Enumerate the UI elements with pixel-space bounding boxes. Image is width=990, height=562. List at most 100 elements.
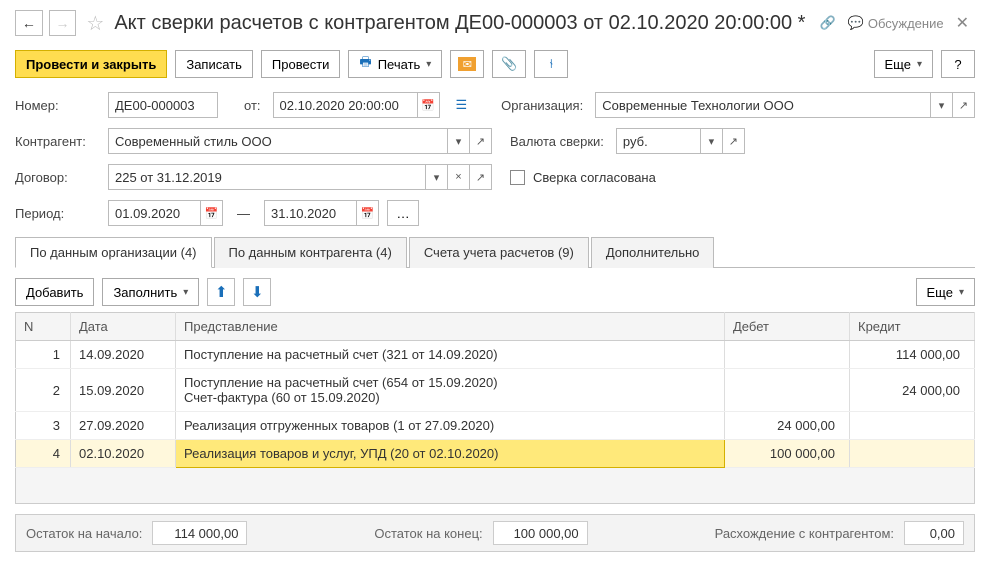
calendar-icon[interactable]: 📅 (357, 200, 379, 226)
cell-credit[interactable]: 24 000,00 (850, 369, 975, 412)
cell-date[interactable]: 02.10.2020 (71, 440, 176, 468)
mail-button[interactable]: ✉ (450, 50, 484, 78)
date-field[interactable]: 02.10.2020 20:00:00 (273, 92, 418, 118)
structure-button[interactable]: ⫮ (534, 50, 568, 78)
printer-icon: 🖶 (359, 53, 371, 75)
post-button[interactable]: Провести (261, 50, 341, 78)
open-button[interactable]: ↗ (953, 92, 975, 118)
add-button[interactable]: Добавить (15, 278, 94, 306)
tab-org-data[interactable]: По данным организации (4) (15, 237, 212, 268)
diff-field: 0,00 (904, 521, 964, 545)
organization-field[interactable]: Современные Технологии ООО (595, 92, 931, 118)
period-from-field[interactable]: 01.09.2020 (108, 200, 201, 226)
link-icon[interactable]: 🔗 (819, 15, 835, 31)
period-select-button[interactable]: … (387, 200, 419, 226)
tab-accounts[interactable]: Счета учета расчетов (9) (409, 237, 589, 268)
calendar-icon[interactable]: 📅 (418, 92, 440, 118)
cell-n[interactable]: 2 (16, 369, 71, 412)
period-dash: — (237, 206, 250, 221)
dropdown-button[interactable]: ▾ (426, 164, 448, 190)
write-button[interactable]: Записать (175, 50, 253, 78)
agreed-checkbox[interactable] (510, 170, 525, 185)
balance-start-field: 114 000,00 (152, 521, 247, 545)
cell-debit[interactable]: 24 000,00 (725, 412, 850, 440)
clear-button[interactable]: × (448, 164, 470, 190)
grid-empty-area (15, 468, 975, 504)
cell-n[interactable]: 1 (16, 341, 71, 369)
list-icon[interactable]: ☰ (456, 97, 468, 113)
cell-date[interactable]: 14.09.2020 (71, 341, 176, 369)
currency-label: Валюта сверки: (510, 134, 604, 149)
page-title: Акт сверки расчетов с контрагентом ДЕ00-… (114, 12, 805, 35)
table-row[interactable]: 327.09.2020Реализация отгруженных товаро… (16, 412, 975, 440)
nav-forward-button[interactable]: → (49, 10, 77, 36)
chevron-down-icon: ▾ (426, 59, 431, 70)
tabs: По данным организации (4) По данным конт… (15, 236, 975, 268)
chevron-down-icon: ▾ (183, 287, 188, 298)
dropdown-button[interactable]: ▾ (701, 128, 723, 154)
col-debit[interactable]: Дебет (725, 313, 850, 341)
from-label: от: (244, 98, 261, 113)
col-credit[interactable]: Кредит (850, 313, 975, 341)
org-label: Организация: (501, 98, 583, 113)
data-grid[interactable]: N Дата Представление Дебет Кредит 114.09… (15, 312, 975, 468)
balance-end-field: 100 000,00 (493, 521, 588, 545)
diff-label: Расхождение с контрагентом: (715, 526, 894, 541)
period-to-field[interactable]: 31.10.2020 (264, 200, 357, 226)
balance-end-label: Остаток на конец: (374, 526, 482, 541)
attach-button[interactable]: 📎 (492, 50, 526, 78)
col-date[interactable]: Дата (71, 313, 176, 341)
post-and-close-button[interactable]: Провести и закрыть (15, 50, 167, 78)
more-label: Еще (927, 285, 953, 300)
cell-repr[interactable]: Поступление на расчетный счет (654 от 15… (176, 369, 725, 412)
cell-debit[interactable] (725, 341, 850, 369)
dropdown-button[interactable]: ▾ (448, 128, 470, 154)
col-repr[interactable]: Представление (176, 313, 725, 341)
cell-repr[interactable]: Реализация товаров и услуг, УПД (20 от 0… (176, 440, 725, 468)
open-button[interactable]: ↗ (723, 128, 745, 154)
table-more-button[interactable]: Еще ▾ (916, 278, 975, 306)
speech-icon: 💬 (848, 15, 864, 31)
move-up-button[interactable]: ⬆ (207, 278, 235, 306)
close-button[interactable]: ✕ (950, 13, 975, 33)
contract-field[interactable]: 225 от 31.12.2019 (108, 164, 426, 190)
cell-date[interactable]: 27.09.2020 (71, 412, 176, 440)
cell-debit[interactable]: 100 000,00 (725, 440, 850, 468)
tab-additional[interactable]: Дополнительно (591, 237, 715, 268)
chevron-down-icon: ▾ (959, 287, 964, 298)
print-button[interactable]: 🖶 Печать ▾ (348, 50, 442, 78)
table-row[interactable]: 215.09.2020Поступление на расчетный счет… (16, 369, 975, 412)
number-field[interactable]: ДЕ00-000003 (108, 92, 218, 118)
calendar-icon[interactable]: 📅 (201, 200, 223, 226)
cell-credit[interactable]: 114 000,00 (850, 341, 975, 369)
cell-n[interactable]: 3 (16, 412, 71, 440)
move-down-button[interactable]: ⬇ (243, 278, 271, 306)
currency-field[interactable]: руб. (616, 128, 701, 154)
open-button[interactable]: ↗ (470, 128, 492, 154)
more-button[interactable]: Еще ▾ (874, 50, 933, 78)
col-n[interactable]: N (16, 313, 71, 341)
cell-repr[interactable]: Реализация отгруженных товаров (1 от 27.… (176, 412, 725, 440)
tab-counterparty-data[interactable]: По данным контрагента (4) (214, 237, 407, 268)
discuss-button[interactable]: 💬 Обсуждение (848, 15, 944, 31)
contract-label: Договор: (15, 170, 100, 185)
star-icon[interactable]: ☆ (86, 11, 104, 36)
table-row[interactable]: 114.09.2020Поступление на расчетный счет… (16, 341, 975, 369)
nav-back-button[interactable]: ← (15, 10, 43, 36)
mail-icon: ✉ (458, 57, 476, 71)
cell-date[interactable]: 15.09.2020 (71, 369, 176, 412)
discuss-label: Обсуждение (868, 16, 944, 31)
cell-credit[interactable] (850, 412, 975, 440)
counterparty-label: Контрагент: (15, 134, 100, 149)
fill-button[interactable]: Заполнить ▾ (102, 278, 199, 306)
dropdown-button[interactable]: ▾ (931, 92, 953, 118)
open-button[interactable]: ↗ (470, 164, 492, 190)
cell-credit[interactable] (850, 440, 975, 468)
help-button[interactable]: ? (941, 50, 975, 78)
period-label: Период: (15, 206, 100, 221)
table-row[interactable]: 402.10.2020Реализация товаров и услуг, У… (16, 440, 975, 468)
counterparty-field[interactable]: Современный стиль ООО (108, 128, 448, 154)
cell-debit[interactable] (725, 369, 850, 412)
cell-repr[interactable]: Поступление на расчетный счет (321 от 14… (176, 341, 725, 369)
cell-n[interactable]: 4 (16, 440, 71, 468)
